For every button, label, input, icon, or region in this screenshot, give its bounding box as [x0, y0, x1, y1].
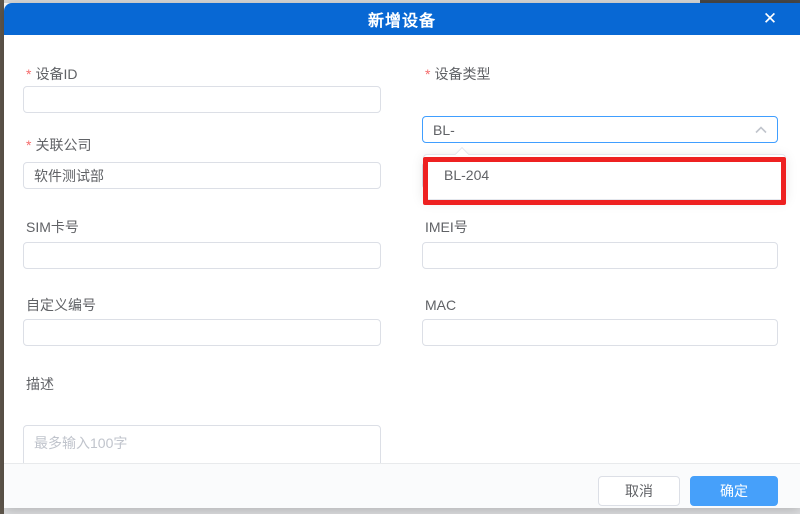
device-type-dropdown: BL-204: [423, 154, 786, 200]
device-id-label: *设备ID: [26, 65, 77, 84]
sim-input[interactable]: [23, 242, 381, 269]
device-type-label: *设备类型: [425, 65, 490, 84]
device-type-select[interactable]: BL-: [422, 116, 778, 143]
required-marker: *: [26, 66, 31, 82]
dialog-body: *设备ID *设备类型 BL- *关联公司 BL-204 SIM卡号: [4, 35, 800, 463]
dropdown-option-bl-204[interactable]: BL-204: [444, 167, 489, 183]
company-input[interactable]: [23, 162, 381, 189]
chevron-up-icon: [755, 126, 767, 134]
dialog-footer: 取消 确定: [4, 463, 800, 508]
mac-input[interactable]: [422, 319, 778, 346]
page-backdrop-bottom: [4, 508, 800, 514]
custom-no-label: 自定义编号: [26, 296, 96, 315]
close-icon[interactable]: ✕: [754, 3, 786, 35]
dialog-title: 新增设备: [368, 7, 436, 31]
device-type-value: BL-: [433, 122, 755, 138]
confirm-button[interactable]: 确定: [690, 476, 778, 506]
required-marker: *: [425, 66, 430, 82]
custom-no-input[interactable]: [23, 319, 381, 346]
mac-label: MAC: [425, 296, 456, 315]
sim-label: SIM卡号: [26, 218, 79, 237]
company-label: *关联公司: [26, 136, 91, 155]
dialog-header: 新增设备 ✕: [4, 3, 800, 35]
imei-input[interactable]: [422, 242, 778, 269]
cancel-button[interactable]: 取消: [598, 476, 680, 506]
required-marker: *: [26, 137, 31, 153]
add-device-dialog: 新增设备 ✕ *设备ID *设备类型 BL- *关联公司 BL-204: [4, 3, 800, 508]
imei-label: IMEI号: [425, 218, 468, 237]
device-id-input[interactable]: [23, 86, 381, 113]
description-label: 描述: [26, 375, 54, 394]
